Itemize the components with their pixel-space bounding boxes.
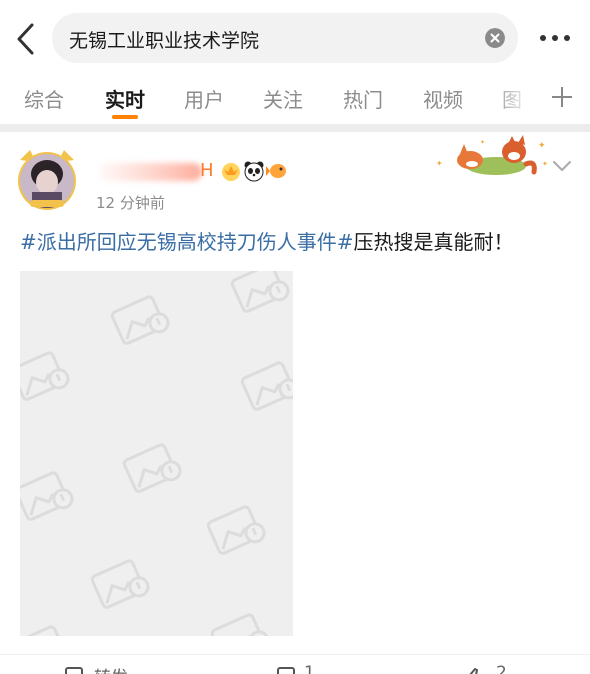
tab-fade [490,76,540,124]
image-placeholder-icon [110,295,170,345]
post-body-text: 压热搜是真能耐！ [353,230,514,254]
expand-chevron-icon[interactable] [552,159,572,173]
repost-icon[interactable] [64,666,84,674]
section-divider [0,124,590,132]
like-icon[interactable] [466,666,486,674]
image-placeholder-icon [206,505,266,555]
panda-badge-icon [244,161,264,182]
username-redacted [98,163,202,181]
image-placeholder-icon [90,559,150,609]
post-timestamp: 12 分钟前 [96,194,165,212]
search-query-text: 无锡工业职业技术学院 [69,30,260,52]
tab-bar: 综合 实时 用户 关注 热门 视频 图片 [0,76,590,124]
svg-text:✦: ✦ [436,159,443,168]
fish-badge-icon [266,164,286,178]
image-placeholder-icon [240,361,293,411]
more-options-icon[interactable] [538,32,572,44]
tab-realtime[interactable]: 实时 [105,84,145,113]
image-placeholder-icon [210,613,270,636]
svg-text:✦: ✦ [542,160,548,168]
post-content: #派出所回应无锡高校持刀伤人事件#压热搜是真能耐！ [20,226,514,255]
back-arrow-icon[interactable] [12,22,42,56]
username[interactable]: H [200,160,214,181]
avatar[interactable] [16,148,78,210]
image-placeholder-icon [20,625,68,636]
decorative-fox-sticker-icon: ✦ ✦ ✦ ✦ [436,135,548,175]
tab-following[interactable]: 关注 [263,84,303,113]
comment-icon[interactable] [276,666,296,674]
clear-icon[interactable] [485,28,505,48]
search-input[interactable]: 无锡工业职业技术学院 [52,13,518,63]
image-placeholder-icon [122,443,182,493]
comment-count[interactable]: 1 [304,663,315,674]
like-count[interactable]: 2 [496,663,507,674]
add-tab-icon[interactable] [551,86,573,108]
tab-hot[interactable]: 热门 [343,84,383,113]
tab-users[interactable]: 用户 [184,84,224,113]
top-bar: 无锡工业职业技术学院 [0,0,590,76]
topic-link[interactable]: #派出所回应无锡高校持刀伤人事件# [20,230,354,254]
post-image-placeholder[interactable] [20,271,293,636]
svg-text:✦: ✦ [480,139,485,146]
image-placeholder-icon [230,271,290,313]
image-placeholder-icon [20,471,74,521]
image-placeholder-icon [20,351,70,401]
active-tab-indicator [112,115,138,119]
repost-label[interactable]: 转发 [94,663,128,674]
tab-video[interactable]: 视频 [423,84,463,113]
tab-comprehensive[interactable]: 综合 [24,84,64,113]
crown-badge-icon [222,163,240,181]
action-bar: 转发 1 2 [0,654,590,674]
svg-text:✦: ✦ [538,141,546,151]
